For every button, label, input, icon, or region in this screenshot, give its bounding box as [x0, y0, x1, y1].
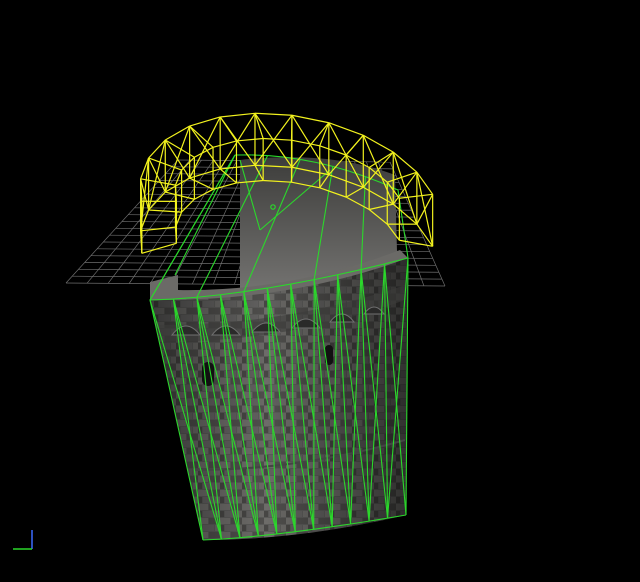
axis-gizmo — [13, 530, 33, 550]
tower-body — [150, 258, 408, 540]
3d-viewport[interactable] — [0, 0, 640, 582]
